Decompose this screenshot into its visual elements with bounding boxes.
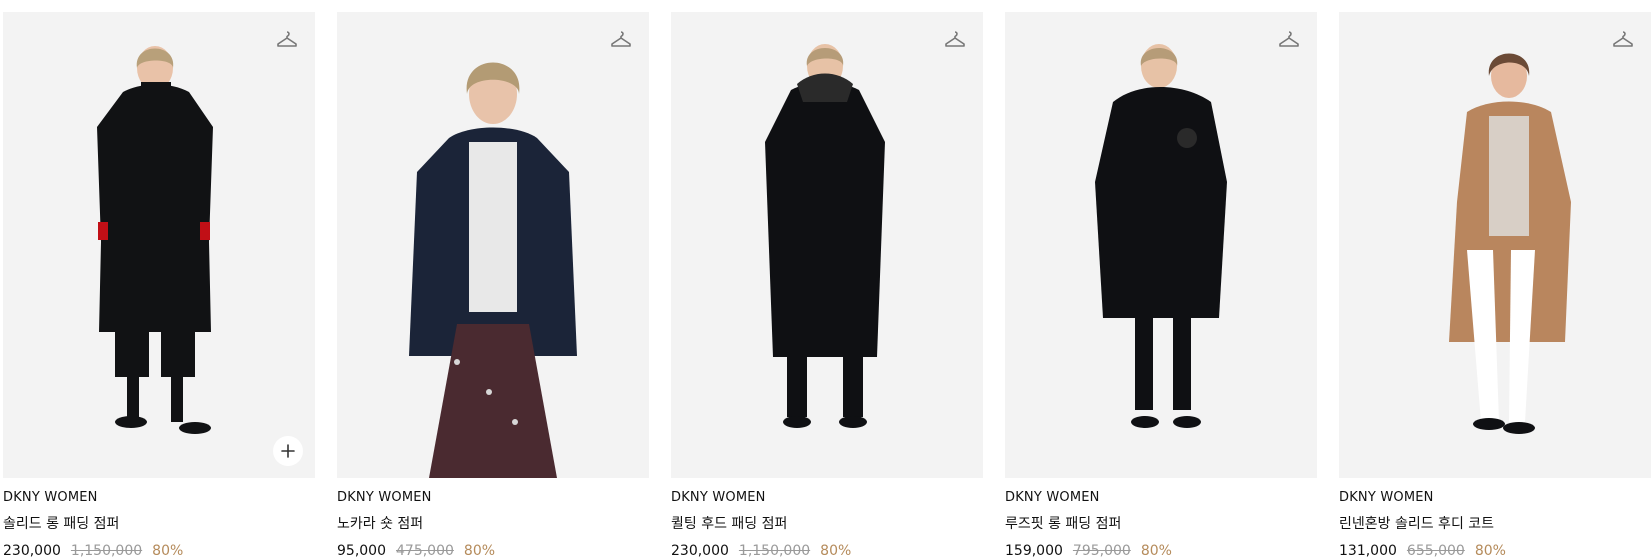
product-grid: DKNY WOMEN 솔리드 롱 패딩 점퍼 230,000 1,150,000… xyxy=(0,0,1651,560)
original-price: 655,000 xyxy=(1406,543,1465,559)
discount-rate: 80% xyxy=(463,543,496,559)
hanger-icon[interactable] xyxy=(1611,28,1635,52)
product-image[interactable] xyxy=(3,12,315,478)
discount-rate: 80% xyxy=(1140,543,1172,559)
product-image[interactable] xyxy=(1339,12,1651,478)
product-image[interactable] xyxy=(1005,12,1317,478)
price-row: 95,000 475,000 80% xyxy=(337,543,649,559)
hanger-icon[interactable] xyxy=(275,28,299,52)
model-photo xyxy=(3,12,315,478)
sale-price: 159,000 xyxy=(1005,543,1063,559)
sale-price: 95,000 xyxy=(337,543,386,559)
product-name[interactable]: 솔리드 롱 패딩 점퍼 xyxy=(3,513,315,533)
product-card[interactable]: DKNY WOMEN 솔리드 롱 패딩 점퍼 230,000 1,150,000… xyxy=(3,12,315,559)
product-brand: DKNY WOMEN xyxy=(3,490,98,505)
model-photo xyxy=(671,12,983,478)
original-price: 475,000 xyxy=(396,543,454,559)
model-photo xyxy=(1339,12,1651,478)
product-brand: DKNY WOMEN xyxy=(671,490,766,505)
sale-price: 131,000 xyxy=(1339,543,1397,559)
hanger-icon[interactable] xyxy=(1277,28,1301,52)
discount-rate: 80% xyxy=(152,543,184,559)
price-row: 131,000 655,000 80% xyxy=(1339,543,1651,559)
product-name[interactable]: 루즈핏 롱 패딩 점퍼 xyxy=(1005,513,1317,533)
product-brand: DKNY WOMEN xyxy=(337,490,432,505)
price-row: 230,000 1,150,000 80% xyxy=(671,543,983,559)
product-name[interactable]: 린넨혼방 솔리드 후디 코트 xyxy=(1339,513,1651,533)
product-card[interactable]: DKNY WOMEN 퀼팅 후드 패딩 점퍼 230,000 1,150,000… xyxy=(671,12,983,559)
product-brand: DKNY WOMEN xyxy=(1005,490,1100,505)
product-card[interactable]: DKNY WOMEN 린넨혼방 솔리드 후디 코트 131,000 655,00… xyxy=(1339,12,1651,559)
product-name[interactable]: 퀼팅 후드 패딩 점퍼 xyxy=(671,513,983,533)
product-brand: DKNY WOMEN xyxy=(1339,490,1434,505)
product-image[interactable] xyxy=(671,12,983,478)
add-button[interactable] xyxy=(273,436,303,466)
discount-rate: 80% xyxy=(1474,543,1506,559)
product-name[interactable]: 노카라 숏 점퍼 xyxy=(337,513,649,533)
product-card[interactable]: DKNY WOMEN 루즈핏 롱 패딩 점퍼 159,000 795,000 8… xyxy=(1005,12,1317,559)
product-image[interactable] xyxy=(337,12,649,478)
model-photo xyxy=(337,12,649,478)
original-price: 795,000 xyxy=(1072,543,1131,559)
hanger-icon[interactable] xyxy=(943,28,967,52)
product-card[interactable]: DKNY WOMEN 노카라 숏 점퍼 95,000 475,000 80% xyxy=(337,12,649,559)
plus-icon xyxy=(281,444,295,458)
original-price: 1,150,000 xyxy=(70,543,143,559)
discount-rate: 80% xyxy=(820,543,852,559)
sale-price: 230,000 xyxy=(3,543,61,559)
price-row: 230,000 1,150,000 80% xyxy=(3,543,315,559)
price-row: 159,000 795,000 80% xyxy=(1005,543,1317,559)
sale-price: 230,000 xyxy=(671,543,729,559)
model-photo xyxy=(1005,12,1317,478)
original-price: 1,150,000 xyxy=(738,543,811,559)
hanger-icon[interactable] xyxy=(609,28,633,52)
